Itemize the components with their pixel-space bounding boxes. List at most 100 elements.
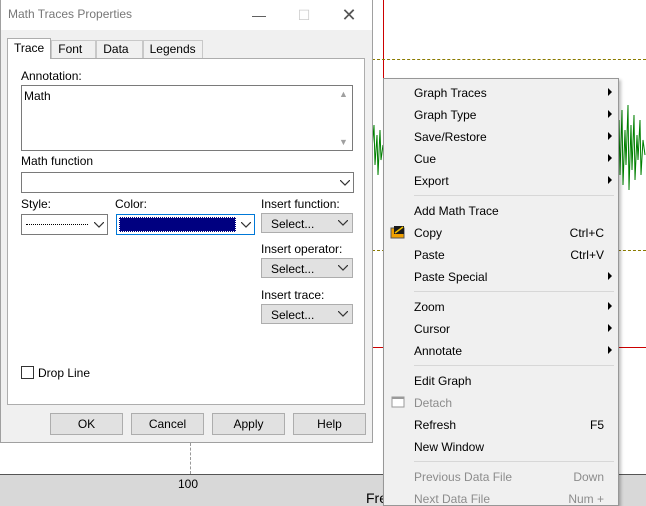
menu-separator	[414, 195, 614, 196]
menu-item-new-window[interactable]: New Window	[384, 435, 618, 457]
shortcut-label: Num +	[568, 492, 604, 506]
apply-button[interactable]: Apply	[212, 413, 285, 435]
threshold-line-upper	[372, 59, 646, 60]
menu-separator	[414, 365, 614, 366]
menu-separator	[414, 461, 614, 462]
cancel-button[interactable]: Cancel	[131, 413, 204, 435]
math-function-combo[interactable]	[21, 172, 354, 193]
submenu-arrow-icon	[608, 154, 612, 162]
copy-icon	[390, 224, 406, 240]
menu-item-export[interactable]: Export	[384, 169, 618, 191]
submenu-arrow-icon	[608, 176, 612, 184]
tab-trace[interactable]: Trace	[7, 38, 52, 59]
chevron-down-icon	[339, 176, 351, 189]
help-button[interactable]: Help	[293, 413, 366, 435]
x-tick-label: 100	[178, 477, 199, 491]
menu-item-label: Edit Graph	[414, 374, 472, 388]
math-function-label: Math function	[21, 154, 94, 168]
menu-item-label: Refresh	[414, 418, 457, 432]
menu-item-label: Zoom	[414, 300, 445, 314]
menu-item-label: Next Data File	[414, 492, 491, 506]
tab-data[interactable]: Data	[96, 40, 143, 59]
menu-item-next-data-file: Next Data File Num +	[384, 487, 618, 506]
menu-separator	[414, 291, 614, 292]
signal-trace-right	[617, 104, 646, 191]
menu-item-paste[interactable]: Paste Ctrl+V	[384, 243, 618, 265]
menu-item-label: Detach	[414, 396, 453, 410]
dialog-titlebar[interactable]: Math Traces Properties — ☐ ✕	[1, 0, 372, 30]
tab-font[interactable]: Font	[51, 40, 97, 59]
menu-item-zoom[interactable]: Zoom	[384, 295, 618, 317]
menu-item-label: Add Math Trace	[414, 204, 499, 218]
insert-function-label: Insert function:	[261, 197, 340, 211]
annotation-scrollbar[interactable]: ▲ ▼	[335, 86, 352, 150]
maximize-button: ☐	[297, 6, 311, 23]
shortcut-label: Down	[573, 470, 604, 484]
menu-item-copy[interactable]: Copy Ctrl+C	[384, 221, 618, 243]
menu-item-label: Graph Traces	[414, 86, 487, 100]
chevron-down-icon	[240, 218, 252, 231]
menu-item-annotate[interactable]: Annotate	[384, 339, 618, 361]
color-combo[interactable]	[116, 214, 255, 235]
submenu-arrow-icon	[608, 346, 612, 354]
insert-trace-select[interactable]: Select...	[261, 304, 353, 324]
tab-legends[interactable]: Legends	[142, 40, 203, 59]
dotted-line-swatch	[26, 224, 88, 225]
menu-item-graph-traces[interactable]: Graph Traces	[384, 81, 618, 103]
annotation-textarea[interactable]: Math ▲ ▼	[21, 85, 353, 151]
annotation-value: Math	[24, 89, 51, 103]
submenu-arrow-icon	[608, 272, 612, 280]
chevron-down-icon	[338, 262, 348, 274]
scroll-down-icon[interactable]: ▼	[335, 134, 352, 150]
ok-button[interactable]: OK	[50, 413, 123, 435]
menu-item-cue[interactable]: Cue	[384, 147, 618, 169]
submenu-arrow-icon	[608, 132, 612, 140]
menu-item-label: New Window	[414, 440, 485, 454]
detach-icon	[390, 394, 406, 410]
menu-item-label: Export	[414, 174, 449, 188]
context-menu: Graph Traces Graph Type Save/Restore Cue…	[383, 78, 619, 506]
annotation-label: Annotation:	[21, 69, 82, 83]
dialog-title: Math Traces Properties	[8, 7, 133, 21]
shortcut-label: Ctrl+V	[570, 248, 604, 262]
chevron-down-icon	[338, 308, 348, 320]
menu-item-label: Cue	[414, 152, 437, 166]
insert-operator-select[interactable]: Select...	[261, 258, 353, 278]
drop-line-checkbox[interactable]	[21, 366, 34, 379]
close-button[interactable]: ✕	[334, 2, 364, 28]
style-combo[interactable]	[21, 214, 108, 235]
shortcut-label: Ctrl+C	[569, 226, 604, 240]
menu-item-detach: Detach	[384, 391, 618, 413]
menu-item-refresh[interactable]: Refresh F5	[384, 413, 618, 435]
trace-tab-panel: Annotation: Math ▲ ▼ Math function Style…	[7, 58, 365, 405]
math-traces-dialog: Math Traces Properties — ☐ ✕ Trace Font …	[0, 0, 373, 443]
menu-item-cursor[interactable]: Cursor	[384, 317, 618, 339]
menu-item-edit-graph[interactable]: Edit Graph	[384, 369, 618, 391]
menu-item-paste-special[interactable]: Paste Special	[384, 265, 618, 287]
insert-function-select[interactable]: Select...	[261, 213, 353, 233]
style-label: Style:	[21, 197, 52, 211]
menu-item-label: Paste	[414, 248, 445, 262]
menu-item-previous-data-file: Previous Data File Down	[384, 465, 618, 487]
drop-line-label[interactable]: Drop Line	[38, 366, 90, 380]
chevron-down-icon	[338, 217, 348, 229]
menu-item-label: Annotate	[414, 344, 463, 358]
shortcut-label: F5	[589, 418, 604, 432]
menu-item-label: Cursor	[414, 322, 451, 336]
menu-item-save-restore[interactable]: Save/Restore	[384, 125, 618, 147]
chevron-down-icon	[93, 218, 105, 231]
insert-trace-label: Insert trace:	[261, 288, 325, 302]
submenu-arrow-icon	[608, 110, 612, 118]
submenu-arrow-icon	[608, 88, 612, 96]
minimize-button[interactable]: —	[244, 2, 274, 28]
insert-trace-value: Select...	[271, 308, 315, 322]
scroll-up-icon[interactable]: ▲	[335, 86, 352, 102]
menu-item-label: Previous Data File	[414, 470, 513, 484]
submenu-arrow-icon	[608, 324, 612, 332]
insert-function-value: Select...	[271, 217, 315, 231]
menu-item-label: Graph Type	[414, 108, 477, 122]
menu-item-graph-type[interactable]: Graph Type	[384, 103, 618, 125]
color-label: Color:	[115, 197, 148, 211]
menu-item-add-math-trace[interactable]: Add Math Trace	[384, 199, 618, 221]
tab-bar: Trace Font Data Legends	[7, 38, 203, 59]
